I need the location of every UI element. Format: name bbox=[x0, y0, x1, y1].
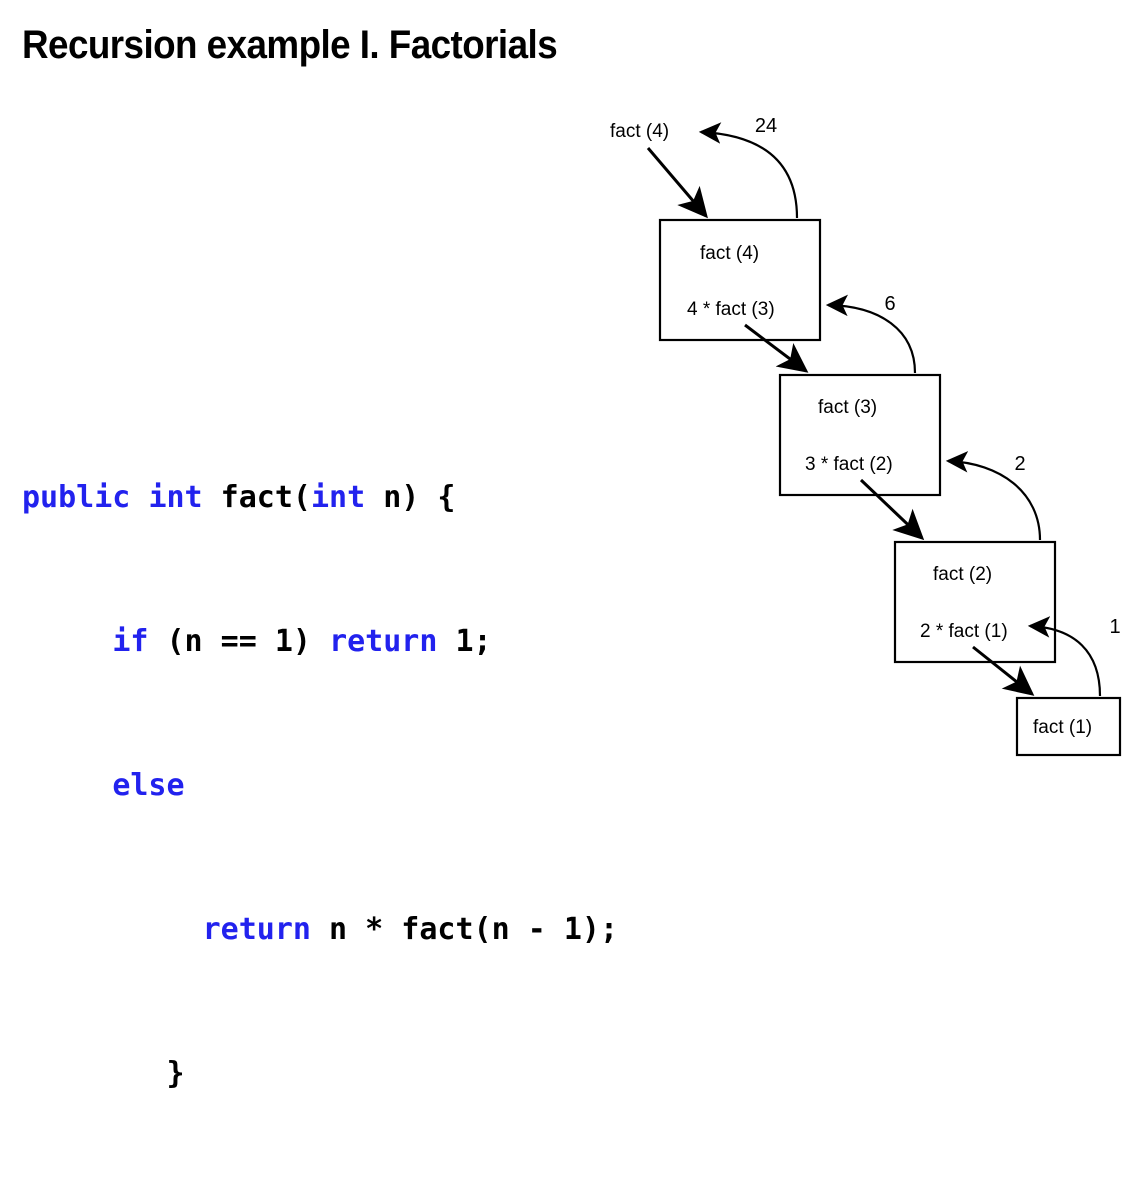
code-keyword: return bbox=[329, 624, 438, 659]
return-arrow-fact4-to-entry bbox=[698, 122, 799, 219]
frame-fact-1-header: fact (1) bbox=[1033, 717, 1092, 738]
call-arrow-entry-to-fact4 bbox=[646, 147, 708, 219]
call-arrow-fact3-to-fact2 bbox=[859, 478, 925, 541]
return-arrow-fact2-to-fact3 bbox=[945, 450, 1042, 541]
entry-call-label: fact (4) bbox=[610, 121, 669, 142]
frame-fact-4-body: 4 * fact (3) bbox=[687, 299, 775, 320]
code-text: (n == 1) bbox=[148, 624, 330, 659]
code-text: n) { bbox=[365, 480, 456, 515]
code-line-line-2: if (n == 1) return 1; bbox=[22, 618, 618, 666]
code-line-line-3: else bbox=[22, 762, 618, 810]
code-block: public int fact(int n) { if (n == 1) ret… bbox=[22, 378, 618, 1194]
frame-fact-2-body: 2 * fact (1) bbox=[920, 621, 1008, 642]
code-text: } bbox=[22, 1056, 185, 1091]
code-line-line-1: public int fact(int n) { bbox=[22, 474, 618, 522]
call-arrow-fact4-to-fact3 bbox=[744, 323, 809, 373]
frame-fact-3-body: 3 * fact (2) bbox=[805, 454, 893, 475]
frame-fact-3 bbox=[778, 373, 942, 497]
code-keyword: int bbox=[148, 480, 203, 515]
slide-canvas: Recursion example I. Factorials public i… bbox=[0, 0, 1139, 1091]
code-text: fact( bbox=[202, 480, 311, 515]
return-value-24: 24 bbox=[755, 115, 777, 137]
code-line-line-4: return n * fact(n - 1); bbox=[22, 906, 618, 954]
frame-fact-1 bbox=[1015, 696, 1122, 757]
frame-fact-3-header: fact (3) bbox=[818, 397, 877, 418]
code-text: 1; bbox=[437, 624, 492, 659]
return-value-2: 2 bbox=[1014, 453, 1025, 475]
code-keyword: public bbox=[22, 480, 131, 515]
code-keyword: return bbox=[202, 912, 311, 947]
return-arrow-fact3-to-fact4 bbox=[825, 294, 917, 374]
return-value-1: 1 bbox=[1109, 616, 1120, 638]
code-keyword: if bbox=[112, 624, 149, 659]
return-value-6: 6 bbox=[884, 293, 895, 315]
frame-fact-2-header: fact (2) bbox=[933, 564, 992, 585]
call-arrow-fact2-to-fact1 bbox=[972, 645, 1035, 696]
frame-fact-4 bbox=[658, 218, 822, 342]
frame-fact-4-header: fact (4) bbox=[700, 243, 759, 264]
code-text: n * fact(n - 1); bbox=[311, 912, 619, 947]
code-keyword: else bbox=[112, 768, 185, 803]
page-title: Recursion example I. Factorials bbox=[22, 23, 558, 67]
return-arrow-fact1-to-fact2 bbox=[1027, 616, 1102, 697]
code-keyword: int bbox=[311, 480, 366, 515]
frame-fact-2 bbox=[893, 540, 1057, 664]
code-line-line-5: } bbox=[22, 1050, 618, 1098]
